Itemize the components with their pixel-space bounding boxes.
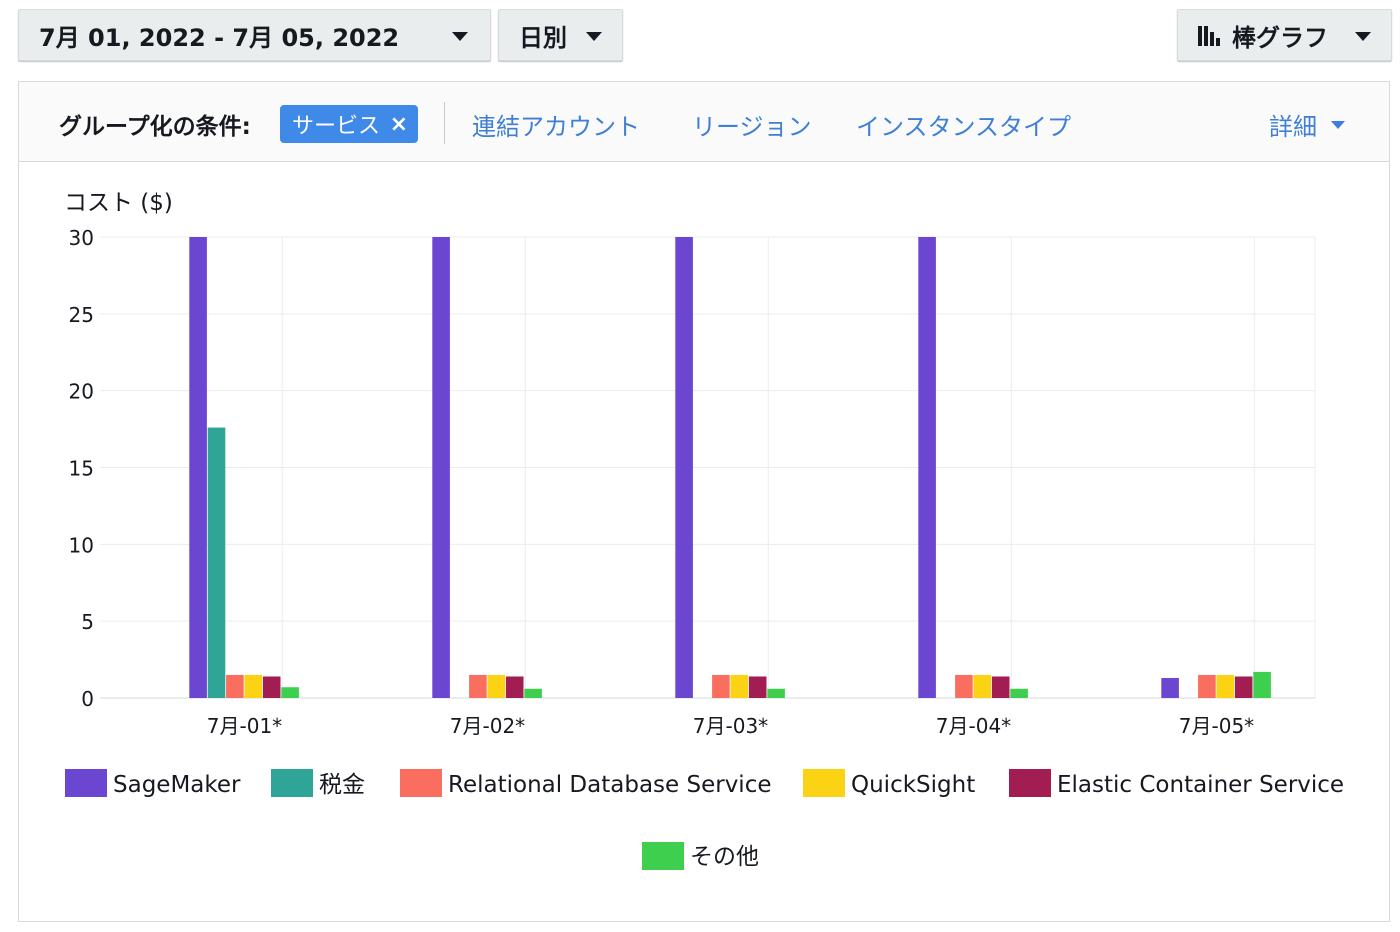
bar [505,676,524,698]
bar [1010,688,1028,698]
bar [675,237,693,698]
legend-label: Relational Database Service [448,772,772,798]
legend-swatch [271,769,313,797]
y-axis-label: コスト ($) [64,190,173,216]
legend-label: QuickSight [851,772,975,798]
bar [767,688,785,698]
y-tick-label: 20 [69,380,94,404]
x-tick-label: 7月-02* [450,714,525,738]
x-tick-label: 7月-03* [693,714,768,738]
y-tick-label: 25 [69,303,94,327]
bar [1198,674,1216,698]
bar [973,674,992,698]
bar [1253,671,1271,698]
legend-swatch [642,842,684,870]
bar [244,674,263,698]
bar [262,676,281,698]
bar [487,674,506,698]
y-tick-label: 30 [69,226,94,250]
bar [748,676,767,698]
bar [712,674,730,698]
bar [432,237,450,698]
legend-label: 税金 [319,772,365,798]
legend-label: Elastic Container Service [1057,772,1344,798]
legend-label: その他 [690,844,759,870]
y-tick-label: 15 [69,457,94,481]
bar [1216,674,1235,698]
y-tick-label: 0 [81,687,94,711]
y-tick-label: 10 [69,533,94,557]
bar [1161,678,1179,698]
bar [281,687,299,698]
bar [918,237,936,698]
legend-swatch [1009,769,1051,797]
bar [1234,676,1253,698]
bar [189,237,207,698]
bar [469,674,487,698]
y-tick-label: 5 [81,610,94,634]
bar [991,676,1010,698]
bar [207,427,226,698]
legend-swatch [803,769,845,797]
legend-swatch [400,769,442,797]
bar [226,674,244,698]
legend-label: SageMaker [113,772,241,798]
x-tick-label: 7月-05* [1179,714,1254,738]
legend-swatch [65,769,107,797]
x-tick-label: 7月-01* [207,714,282,738]
bar [955,674,973,698]
bar-chart: コスト ($) 0 5 10 15 20 25 30 7月-01* 7月-02* 7月-03* 7月-… [64,190,1344,870]
x-tick-label: 7月-04* [936,714,1011,738]
bar [730,674,749,698]
bar [524,688,542,698]
